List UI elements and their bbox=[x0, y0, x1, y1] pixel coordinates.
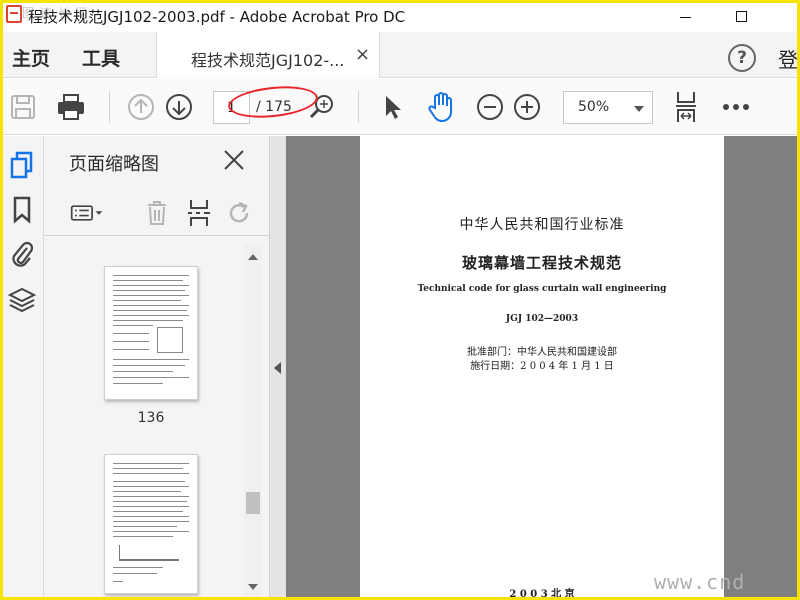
thumbnail-options-icon[interactable] bbox=[70, 196, 104, 230]
maximize-button[interactable] bbox=[718, 0, 764, 32]
select-cursor-icon[interactable] bbox=[378, 91, 408, 123]
zoom-in-icon[interactable] bbox=[511, 91, 543, 123]
doc-effective-date: 施行日期：2 0 0 4 年 1 月 1 日 bbox=[470, 361, 614, 372]
attachment-icon[interactable] bbox=[6, 238, 38, 270]
nav-home[interactable]: 主页 bbox=[12, 44, 50, 71]
tab-document[interactable]: 程技术规范JGJ102-... × bbox=[156, 32, 380, 78]
more-options-icon[interactable] bbox=[720, 91, 752, 123]
maximize-icon bbox=[735, 10, 747, 22]
nav-tools[interactable]: 工具 bbox=[82, 44, 120, 71]
panel-toolbar bbox=[44, 192, 270, 236]
scrollbar-thumb[interactable] bbox=[246, 492, 260, 514]
next-page-icon[interactable] bbox=[163, 91, 195, 123]
layers-icon[interactable] bbox=[6, 284, 38, 316]
panel-collapse-handle[interactable] bbox=[270, 136, 286, 600]
close-icon[interactable] bbox=[222, 148, 246, 172]
title-bar: 图 速 长 网 程技术规范JGJ102-2003.pdf - Adobe Acr… bbox=[0, 0, 800, 32]
doc-title-en: Technical code for glass curtain wall en… bbox=[417, 284, 667, 294]
toolbar-separator bbox=[358, 91, 359, 123]
minimize-button[interactable] bbox=[662, 0, 708, 32]
page-thumbnail[interactable] bbox=[104, 266, 198, 400]
document-view: 中华人民共和国行业标准 玻璃幕墙工程技术规范 Technical code fo… bbox=[286, 136, 800, 600]
tab-document-label: 程技术规范JGJ102-... bbox=[191, 51, 345, 70]
rotate-icon[interactable] bbox=[222, 196, 256, 230]
save-icon[interactable] bbox=[8, 91, 38, 123]
tool-rail bbox=[0, 136, 44, 600]
toolbar: / 175 50% bbox=[0, 79, 800, 135]
chevron-down-icon bbox=[634, 106, 644, 112]
thumbnail-label: 136 bbox=[137, 410, 165, 426]
scroll-down-icon[interactable] bbox=[248, 584, 258, 590]
zoom-dropdown[interactable]: 50% bbox=[563, 91, 653, 124]
thumbnail-scrollbar[interactable] bbox=[244, 244, 262, 600]
doc-header: 中华人民共和国行业标准 bbox=[459, 217, 625, 233]
delete-icon[interactable] bbox=[140, 196, 174, 230]
thumbnails-panel: 页面缩略图 136 bbox=[44, 136, 270, 600]
bookmark-icon[interactable] bbox=[6, 194, 38, 226]
tab-close-icon[interactable]: × bbox=[355, 44, 370, 65]
toolbar-separator bbox=[109, 91, 110, 123]
print-icon[interactable] bbox=[54, 91, 88, 123]
acrobat-app-icon bbox=[6, 5, 22, 23]
scroll-up-icon[interactable] bbox=[248, 254, 258, 260]
window-title: 程技术规范JGJ102-2003.pdf - Adobe Acrobat Pro… bbox=[28, 8, 406, 26]
page-thumbnail[interactable] bbox=[104, 454, 198, 594]
collapse-arrow-icon bbox=[274, 362, 281, 374]
zoom-value: 50% bbox=[578, 99, 610, 115]
doc-title-cn: 玻璃幕墙工程技术规范 bbox=[461, 254, 622, 272]
tab-bar: 主页 工具 程技术规范JGJ102-... × bbox=[0, 32, 800, 78]
doc-approval: 批准部门：中华人民共和国建设部 bbox=[467, 347, 617, 358]
hand-tool-icon[interactable] bbox=[424, 89, 458, 125]
document-page: 中华人民共和国行业标准 玻璃幕墙工程技术规范 Technical code fo… bbox=[360, 136, 724, 600]
watermark-text: www.cnd bbox=[654, 570, 746, 594]
previous-page-icon[interactable] bbox=[125, 91, 157, 123]
help-icon[interactable]: ? bbox=[728, 44, 756, 72]
page-display-icon[interactable] bbox=[670, 89, 702, 125]
doc-code: JGJ 102—2003 bbox=[505, 314, 579, 324]
page-thumbnails-icon[interactable] bbox=[6, 150, 38, 182]
zoom-out-icon[interactable] bbox=[474, 91, 506, 123]
minimize-icon bbox=[679, 16, 691, 18]
extract-pages-icon[interactable] bbox=[182, 196, 216, 230]
sign-in-button[interactable]: 登 bbox=[778, 44, 798, 73]
panel-title: 页面缩略图 bbox=[69, 154, 159, 175]
thumbnail-list: 136 bbox=[44, 244, 244, 600]
